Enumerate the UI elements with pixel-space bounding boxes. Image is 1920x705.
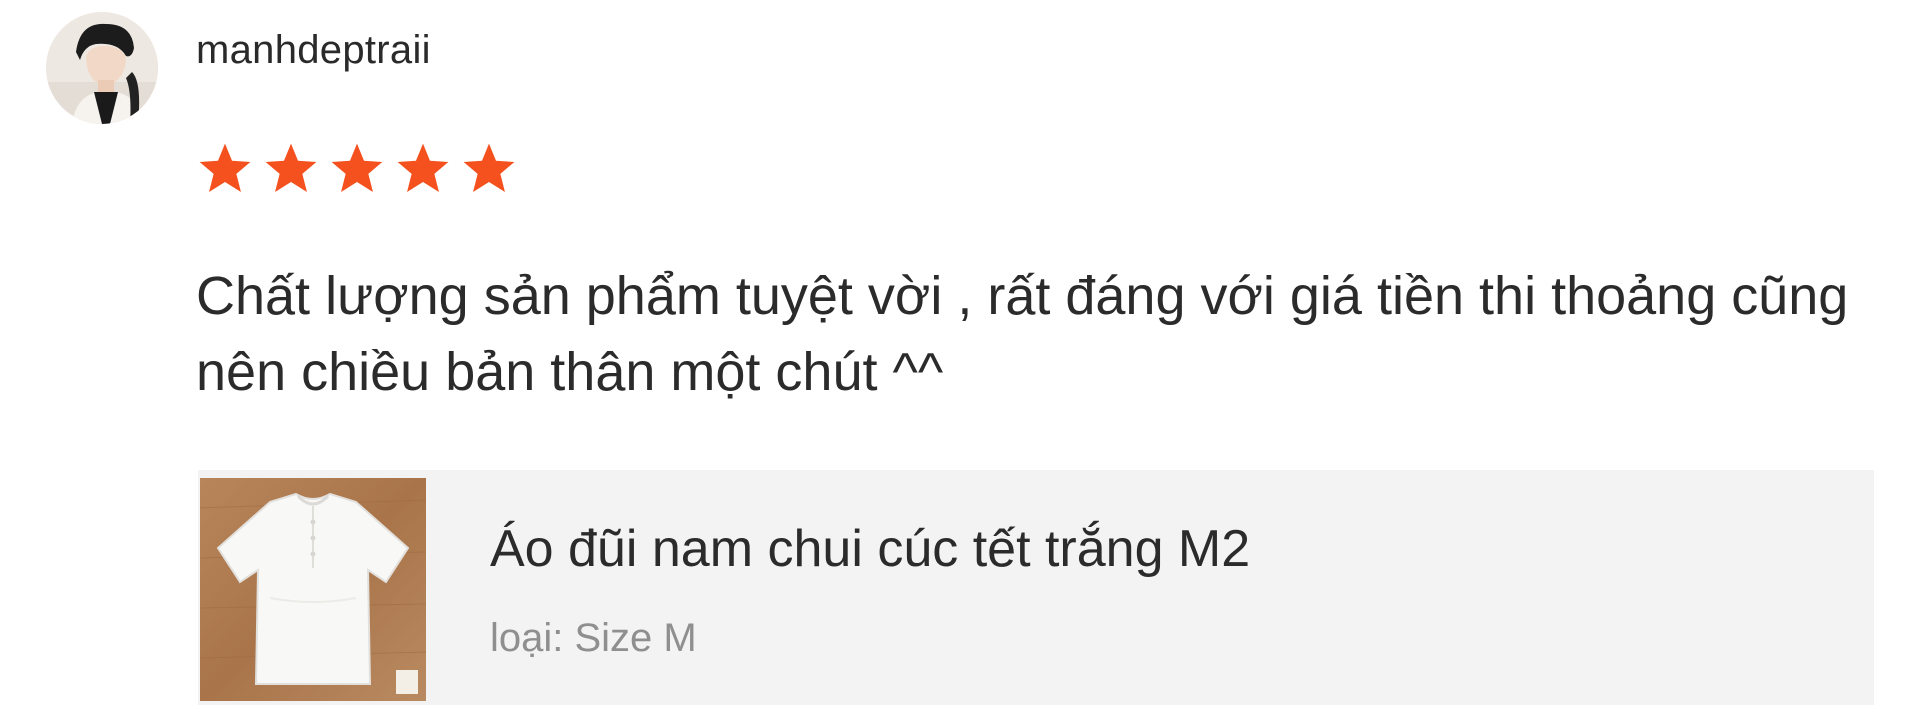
star-rating bbox=[196, 140, 518, 204]
product-name[interactable]: Áo đũi nam chui cúc tết trắng M2 bbox=[490, 514, 1250, 584]
star-icon bbox=[196, 140, 254, 198]
star-icon bbox=[262, 140, 320, 198]
review-comment: Chất lượng sản phẩm tuyệt vời , rất đáng… bbox=[196, 266, 1849, 402]
avatar-photo-icon bbox=[46, 12, 158, 124]
product-thumbnail[interactable] bbox=[200, 478, 426, 701]
product-variant: loại: Size M bbox=[490, 616, 697, 660]
review-item: manhdeptraii Chất lượng sản phẩm tuyệt v… bbox=[0, 0, 1920, 705]
white-shirt-image-icon bbox=[200, 478, 426, 701]
star-icon bbox=[460, 140, 518, 198]
star-icon bbox=[394, 140, 452, 198]
reviewer-username[interactable]: manhdeptraii bbox=[196, 22, 431, 78]
user-avatar[interactable] bbox=[46, 12, 158, 124]
purchased-product-card[interactable]: Áo đũi nam chui cúc tết trắng M2 loại: S… bbox=[198, 470, 1874, 705]
star-icon bbox=[328, 140, 386, 198]
